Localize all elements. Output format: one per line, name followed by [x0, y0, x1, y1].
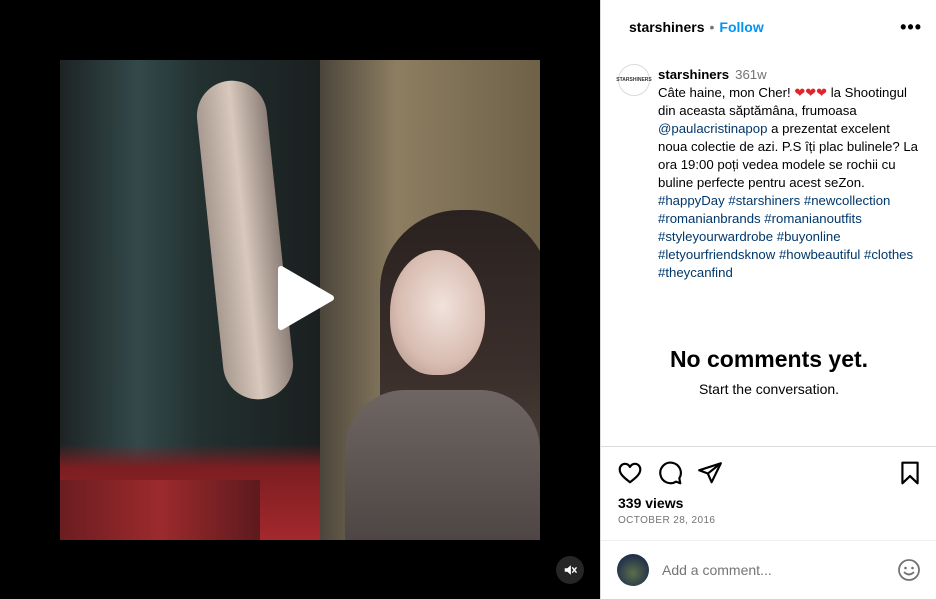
red-garment	[60, 480, 260, 540]
current-user-avatar[interactable]	[617, 554, 649, 586]
empty-comments-title: No comments yet.	[669, 346, 869, 372]
caption: starshiners 361w Câte haine, mon Cher! ❤❤…	[658, 66, 920, 282]
volume-off-icon[interactable]	[556, 556, 584, 584]
caption-text-1: Câte haine, mon Cher!	[658, 85, 791, 100]
media-panel	[0, 0, 600, 599]
header-username[interactable]: starshiners	[629, 19, 704, 35]
heart-emojis: ❤❤❤	[794, 85, 828, 100]
heart-icon[interactable]	[617, 460, 643, 486]
caption-time[interactable]: 361w	[735, 67, 767, 82]
views-count[interactable]: 339 views	[618, 495, 683, 511]
hashtag-links[interactable]: #happyDay #starshiners #newcollection #r…	[658, 193, 913, 280]
instagram-post: starshiners • Follow ••• STARSHINERS sta…	[0, 0, 936, 599]
divider	[601, 446, 936, 447]
divider	[601, 540, 936, 541]
face	[390, 250, 485, 375]
bookmark-icon[interactable]	[897, 460, 923, 486]
empty-comments: No comments yet. Start the conversation.	[601, 346, 936, 397]
mention-link[interactable]: @paulacristinapop	[658, 121, 767, 136]
post-sidebar: starshiners • Follow ••• STARSHINERS sta…	[600, 0, 936, 599]
post-header: starshiners • Follow •••	[601, 0, 936, 54]
more-options-icon[interactable]: •••	[900, 17, 922, 38]
emoji-icon[interactable]	[897, 558, 921, 582]
caption-username[interactable]: starshiners	[658, 67, 729, 82]
body	[345, 390, 540, 540]
share-icon[interactable]	[697, 460, 723, 486]
comment-box	[601, 548, 936, 592]
action-bar	[617, 460, 923, 486]
avatar[interactable]: STARSHINERS	[616, 64, 652, 96]
comment-input[interactable]	[662, 562, 897, 578]
follow-button[interactable]: Follow	[719, 19, 763, 35]
post-date[interactable]: OCTOBER 28, 2016	[618, 515, 715, 526]
separator-dot: •	[709, 19, 715, 35]
play-icon[interactable]	[273, 265, 335, 331]
comment-icon[interactable]	[657, 460, 683, 486]
empty-comments-subtitle: Start the conversation.	[698, 381, 840, 397]
